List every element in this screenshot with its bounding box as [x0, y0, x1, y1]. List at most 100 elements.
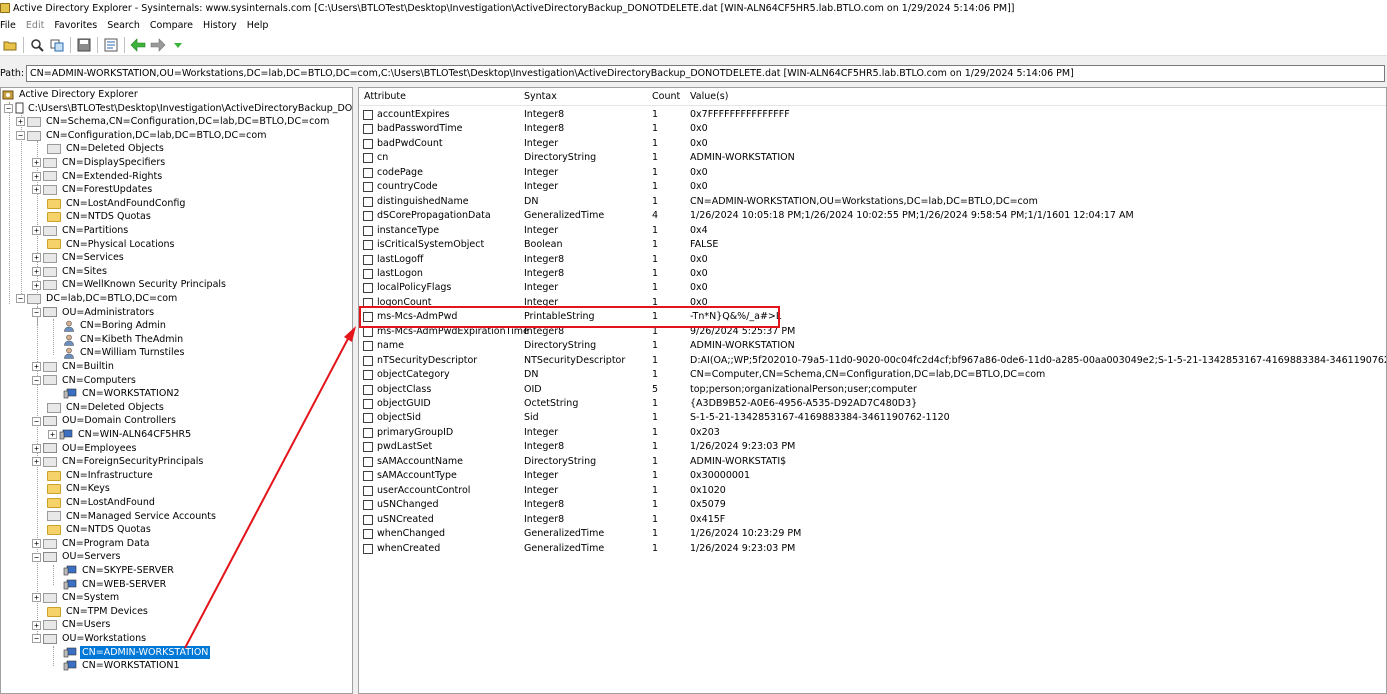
tree-node[interactable]: CN=SKYPE-SERVER: [63, 564, 176, 578]
tree-node[interactable]: CN=Managed Service Accounts: [47, 510, 218, 524]
attribute-row[interactable]: cn DirectoryString 1 ADMIN-WORKSTATION: [359, 151, 1386, 166]
attribute-row[interactable]: pwdLastSet Integer8 1 1/26/2024 9:23:03 PM: [359, 440, 1386, 455]
collapse-icon[interactable]: −: [32, 416, 41, 426]
tree-node[interactable]: CN=Physical Locations: [47, 238, 177, 252]
tree-node[interactable]: − DC=lab,DC=BTLO,DC=com: [16, 292, 179, 306]
attribute-row[interactable]: instanceType Integer 1 0x4: [359, 224, 1386, 239]
attribute-row[interactable]: sAMAccountName DirectoryString 1 ADMIN-WORK…: [359, 455, 1386, 470]
attribute-row[interactable]: accountExpires Integer8 1 0x7FFFFFFFFFFFFFF…: [359, 108, 1386, 123]
column-header-values[interactable]: Value(s): [690, 91, 728, 102]
expand-icon[interactable]: +: [32, 593, 41, 603]
tree-node[interactable]: + CN=ForeignSecurityPrincipals: [32, 455, 205, 469]
expand-icon[interactable]: +: [32, 158, 41, 168]
menu-compare[interactable]: Compare: [150, 20, 199, 31]
tree-node[interactable]: CN=Keys: [47, 482, 112, 496]
tree-node[interactable]: + CN=Partitions: [32, 224, 130, 238]
attribute-row[interactable]: lastLogoff Integer8 1 0x0: [359, 253, 1386, 268]
tree-node[interactable]: + CN=System: [32, 591, 121, 605]
column-header-count[interactable]: Count: [652, 91, 680, 102]
tree-node[interactable]: CN=LostAndFoundConfig: [47, 197, 187, 211]
expand-icon[interactable]: +: [32, 185, 41, 195]
tree-node-selected[interactable]: CN=ADMIN-WORKSTATION: [63, 644, 212, 661]
attribute-row[interactable]: userAccountControl Integer 1 0x1020: [359, 484, 1386, 499]
tree-node[interactable]: CN=Deleted Objects: [47, 142, 166, 156]
expand-icon[interactable]: +: [32, 267, 41, 277]
forward-arrow-icon[interactable]: [150, 37, 166, 53]
tree-node[interactable]: − CN=Configuration,DC=lab,DC=BTLO,DC=com: [16, 129, 268, 143]
tree-node[interactable]: CN=William Turnstiles: [63, 346, 186, 360]
attribute-row[interactable]: objectSid Sid 1 S-1-5-21-1342853167-4169883…: [359, 411, 1386, 426]
tree-node[interactable]: + OU=Employees: [32, 442, 138, 456]
connect-icon[interactable]: [49, 37, 65, 53]
expand-icon[interactable]: +: [32, 171, 41, 181]
expand-icon[interactable]: +: [32, 443, 41, 453]
tree-node[interactable]: CN=Infrastructure: [47, 469, 155, 483]
tree-node-database[interactable]: − C:\Users\BTLOTest\Desktop\Investigatio…: [4, 102, 352, 116]
attribute-row[interactable]: badPasswordTime Integer8 1 0x0: [359, 122, 1386, 137]
tree-node[interactable]: CN=WEB-SERVER: [63, 578, 168, 592]
tree-node[interactable]: − OU=Domain Controllers: [32, 414, 178, 428]
attribute-row[interactable]: whenChanged GeneralizedTime 1 1/26/2024 10:…: [359, 527, 1386, 542]
tree-node[interactable]: − OU=Workstations: [32, 632, 148, 646]
menu-favorites[interactable]: Favorites: [54, 20, 103, 31]
attribute-row[interactable]: countryCode Integer 1 0x0: [359, 180, 1386, 195]
tree-node[interactable]: + CN=WIN-ALN64CF5HR5: [48, 428, 193, 442]
expand-icon[interactable]: +: [32, 362, 41, 372]
collapse-icon[interactable]: −: [32, 634, 41, 644]
tree-node[interactable]: CN=NTDS Quotas: [47, 523, 153, 537]
tree-node[interactable]: + CN=Extended-Rights: [32, 170, 164, 184]
expand-icon[interactable]: +: [32, 457, 41, 467]
tree-node[interactable]: CN=LostAndFound: [47, 496, 157, 510]
tree-node[interactable]: CN=Boring Admin: [63, 319, 168, 333]
attribute-row[interactable]: uSNChanged Integer8 1 0x5079: [359, 498, 1386, 513]
attribute-row[interactable]: whenCreated GeneralizedTime 1 1/26/2024 9:2…: [359, 542, 1386, 557]
expand-icon[interactable]: +: [32, 226, 41, 236]
tree-node-root[interactable]: Active Directory Explorer: [2, 88, 140, 102]
properties-icon[interactable]: [103, 37, 119, 53]
column-header-syntax[interactable]: Syntax: [524, 91, 557, 102]
search-icon[interactable]: [29, 37, 45, 53]
tree-node[interactable]: + CN=DisplaySpecifiers: [32, 156, 167, 170]
collapse-icon[interactable]: −: [16, 131, 25, 141]
tree-node[interactable]: + CN=Schema,CN=Configuration,DC=lab,DC=B…: [16, 115, 331, 129]
attribute-row[interactable]: localPolicyFlags Integer 1 0x0: [359, 281, 1386, 296]
collapse-icon[interactable]: −: [32, 552, 41, 562]
column-header-attribute[interactable]: Attribute: [364, 91, 406, 102]
attribute-row[interactable]: nTSecurityDescriptor NTSecurityDescriptor…: [359, 354, 1386, 369]
attribute-row[interactable]: objectClass OID 5 top;person;organizational…: [359, 383, 1386, 398]
attribute-row[interactable]: primaryGroupID Integer 1 0x203: [359, 426, 1386, 441]
tree-node[interactable]: CN=NTDS Quotas: [47, 210, 153, 224]
tree-view[interactable]: Active Directory Explorer − C:\Users\BTL…: [0, 87, 353, 694]
attribute-list[interactable]: Attribute Syntax Count Value(s) accountE…: [358, 87, 1387, 694]
attribute-row[interactable]: distinguishedName DN 1 CN=ADMIN-WORKSTATION…: [359, 195, 1386, 210]
open-icon[interactable]: [2, 37, 18, 53]
back-arrow-icon[interactable]: [130, 37, 146, 53]
attribute-row[interactable]: lastLogon Integer8 1 0x0: [359, 267, 1386, 282]
attribute-row[interactable]: objectCategory DN 1 CN=Computer,CN=Schema,C…: [359, 368, 1386, 383]
expand-icon[interactable]: +: [48, 430, 57, 440]
attribute-row[interactable]: codePage Integer 1 0x0: [359, 166, 1386, 181]
menu-help[interactable]: Help: [247, 20, 275, 31]
collapse-icon[interactable]: −: [16, 294, 25, 304]
tree-node[interactable]: CN=WORKSTATION2: [63, 387, 182, 401]
history-dropdown-icon[interactable]: [170, 37, 186, 53]
expand-icon[interactable]: +: [32, 539, 41, 549]
tree-node[interactable]: + CN=Builtin: [32, 360, 116, 374]
attribute-row[interactable]: name DirectoryString 1 ADMIN-WORKSTATION: [359, 339, 1386, 354]
tree-node[interactable]: + CN=Sites: [32, 265, 109, 279]
tree-node[interactable]: + CN=Services: [32, 251, 126, 265]
expand-icon[interactable]: +: [16, 117, 25, 127]
menu-search[interactable]: Search: [107, 20, 146, 31]
tree-node[interactable]: − OU=Administrators: [32, 306, 156, 320]
expand-icon[interactable]: +: [32, 253, 41, 263]
tree-node[interactable]: + CN=Users: [32, 618, 112, 632]
attribute-row[interactable]: isCriticalSystemObject Boolean 1 FALSE: [359, 238, 1386, 253]
tree-node[interactable]: − CN=Computers: [32, 374, 138, 388]
collapse-icon[interactable]: −: [32, 375, 41, 385]
expand-icon[interactable]: +: [32, 620, 41, 630]
attribute-row[interactable]: badPwdCount Integer 1 0x0: [359, 137, 1386, 152]
attribute-row[interactable]: sAMAccountType Integer 1 0x30000001: [359, 469, 1386, 484]
path-input[interactable]: CN=ADMIN-WORKSTATION,OU=Workstations,DC=…: [26, 64, 1385, 82]
attribute-row[interactable]: objectGUID OctetString 1 {A3DB9B52-A0E6-495…: [359, 397, 1386, 412]
tree-node[interactable]: − OU=Servers: [32, 550, 123, 564]
